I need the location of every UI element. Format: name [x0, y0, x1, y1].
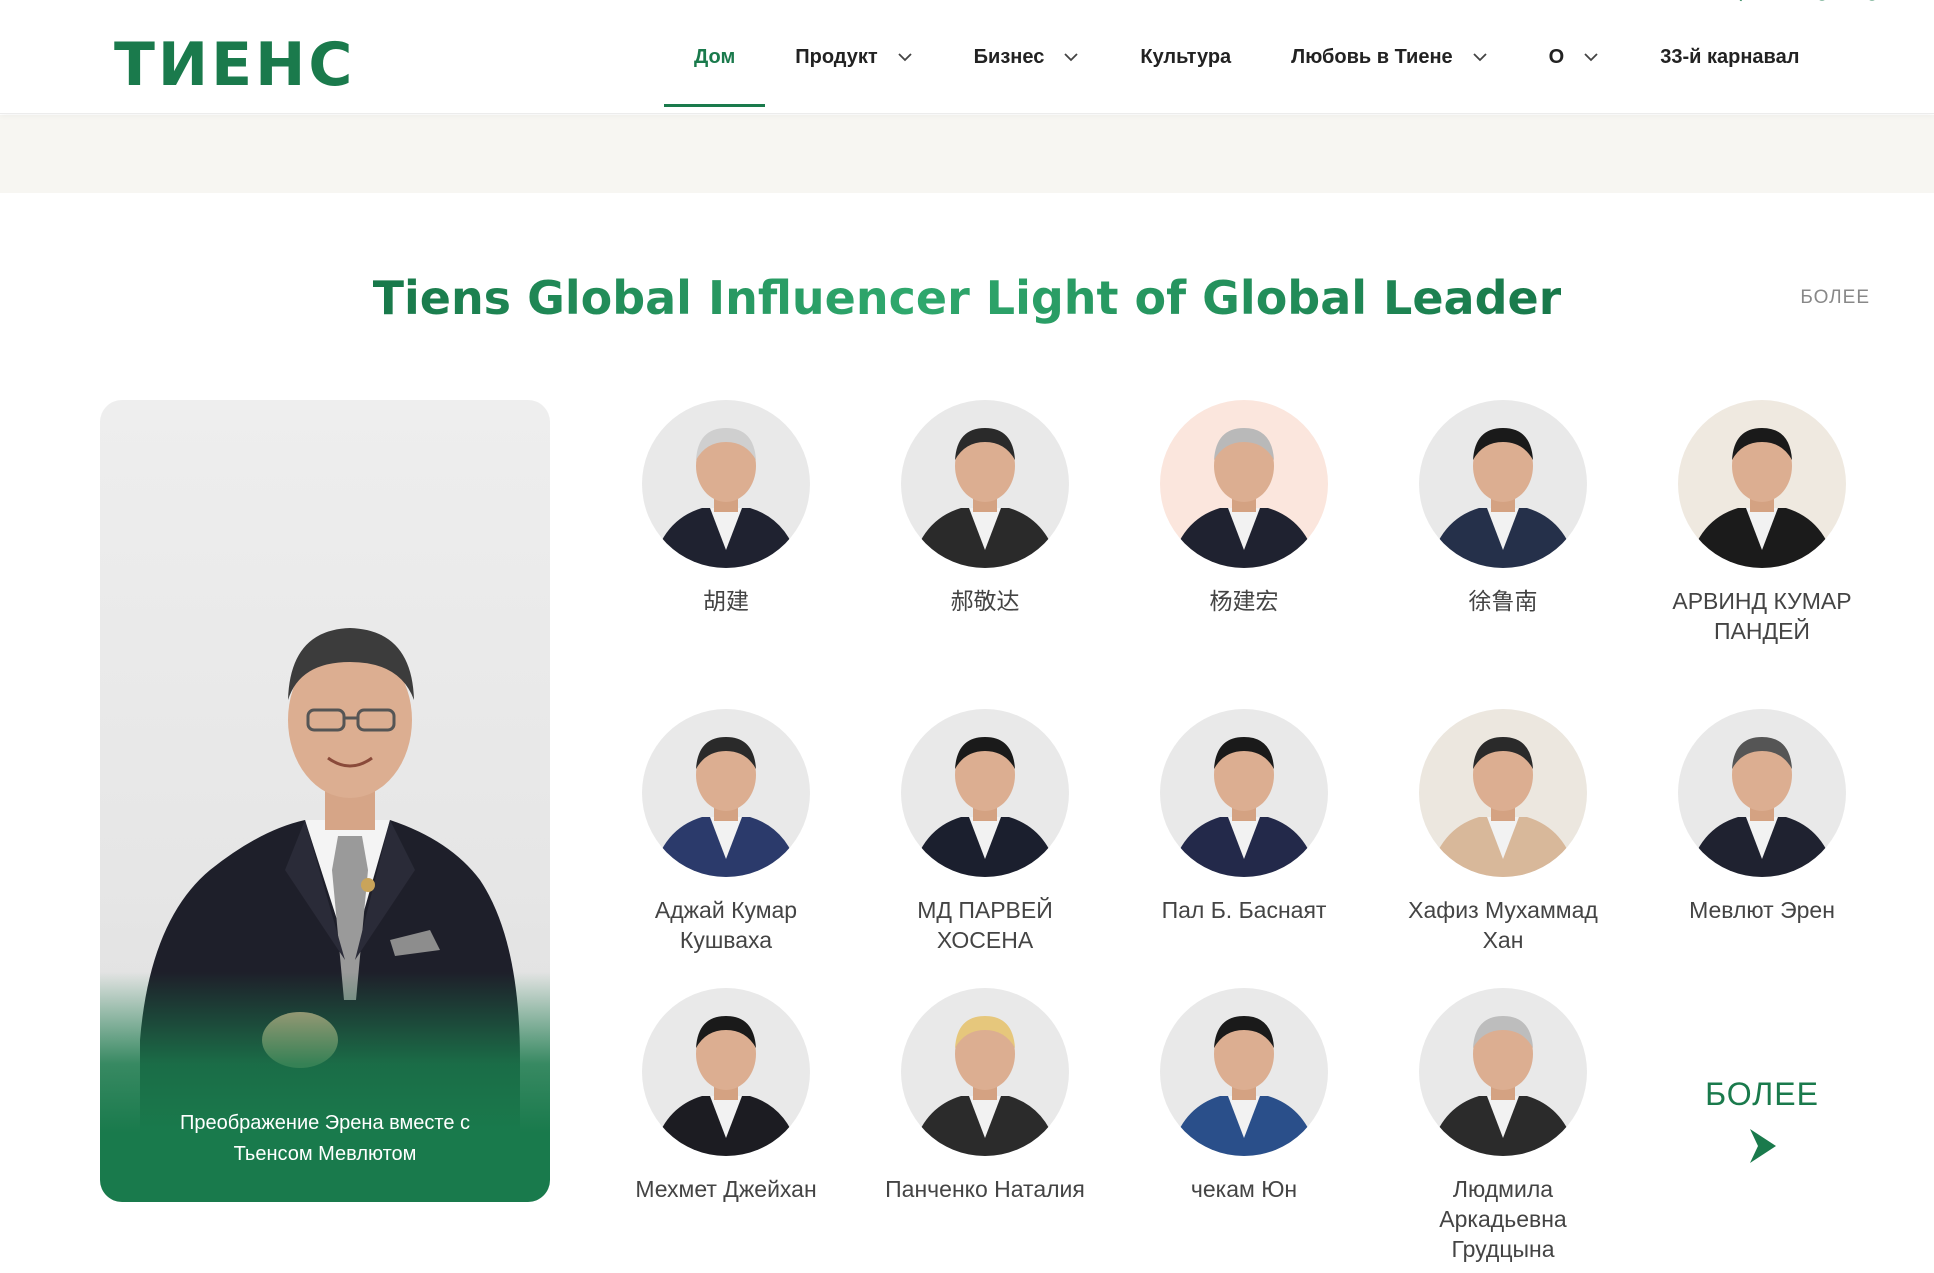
nav-item-label: Продукт — [795, 45, 878, 68]
nav-item-love-in-tiens[interactable]: Любовь в Тиене — [1261, 0, 1519, 114]
nav-item-label: Дом — [694, 45, 736, 68]
leader-avatar — [901, 400, 1069, 568]
leader-name: чекам Юн — [1190, 1176, 1298, 1202]
nav-item-about[interactable]: О — [1519, 0, 1631, 114]
nav-item-label: Культура — [1140, 45, 1232, 68]
leader-name: 胡建 — [703, 588, 749, 614]
nav-item-home[interactable]: Дом — [664, 0, 766, 114]
leader-card[interactable]: 胡建 — [616, 400, 836, 616]
main-nav: Дом Продукт Бизнес Культура Любовь в Тие… — [664, 0, 1829, 114]
leader-avatar — [642, 709, 810, 877]
nav-item-carnival[interactable]: 33-й карнавал — [1630, 0, 1829, 114]
leader-card[interactable]: чекам Юн — [1134, 988, 1354, 1204]
leader-avatar — [1160, 400, 1328, 568]
leader-avatar — [1160, 709, 1328, 877]
leader-card[interactable]: Мевлют Эрен — [1652, 709, 1872, 925]
leader-name: 杨建宏 — [1209, 588, 1279, 614]
leader-card[interactable]: 徐鲁南 — [1393, 400, 1613, 616]
nav-item-business[interactable]: Бизнес — [944, 0, 1111, 114]
leader-avatar — [1160, 988, 1328, 1156]
leader-name: 徐鲁南 — [1468, 588, 1538, 614]
chevron-down-icon — [1471, 48, 1489, 66]
leader-name: Аджай Кумар Кушваха — [654, 897, 798, 953]
section-title: Tiens Global Influencer Light of Global … — [372, 271, 1562, 325]
hero-band — [0, 115, 1934, 193]
leader-name: Мехмет Джейхан — [635, 1176, 817, 1202]
leader-card[interactable]: Аджай Кумар Кушваха — [616, 709, 836, 955]
more-link[interactable]: БОЛЕЕ — [1800, 287, 1870, 309]
leader-avatar — [1678, 709, 1846, 877]
nav-item-label: Любовь в Тиене — [1291, 45, 1453, 68]
leader-card[interactable]: Панченко Наталия — [875, 988, 1095, 1204]
leader-avatar — [1678, 400, 1846, 568]
leader-card[interactable]: Мехмет Джейхан — [616, 988, 836, 1204]
leader-name: 郝敬达 — [950, 588, 1020, 614]
chevron-right-icon — [1750, 1129, 1776, 1163]
leader-card[interactable]: Людмила Аркадьевна Грудцына — [1393, 988, 1613, 1264]
leader-card[interactable]: МД ПАРВЕЙ ХОСЕНА — [875, 709, 1095, 955]
featured-caption: Преображение Эрена вместе с Тьенсом Мевл… — [179, 1112, 471, 1165]
featured-leader-card[interactable]: Преображение Эрена вместе с Тьенсом Мевл… — [100, 400, 550, 1202]
leader-card[interactable]: 杨建宏 — [1134, 400, 1354, 616]
leader-name: АРВИНД КУМАР ПАНДЕЙ — [1672, 588, 1852, 644]
leader-avatar — [1419, 709, 1587, 877]
site-logo[interactable]: ТИЕНС — [114, 30, 355, 100]
nav-item-product[interactable]: Продукт — [765, 0, 943, 114]
nav-item-label: 33-й карнавал — [1660, 45, 1800, 68]
leader-card[interactable]: 郝敬达 — [875, 400, 1095, 616]
chevron-down-icon — [1582, 48, 1600, 66]
leader-card[interactable]: Пал Б. Баснаят — [1134, 709, 1354, 925]
nav-item-label: О — [1548, 45, 1565, 68]
more-leaders-label: БОЛЕЕ — [1705, 1076, 1819, 1112]
site-header: ТИЕНС Дом Продукт Бизнес Культура Любовь… — [0, 0, 1934, 114]
nav-item-culture[interactable]: Культура — [1110, 0, 1261, 114]
chevron-down-icon — [1062, 48, 1080, 66]
leader-name: Пал Б. Баснаят — [1161, 897, 1327, 923]
leader-avatar — [901, 709, 1069, 877]
leader-avatar — [642, 988, 810, 1156]
nav-item-label: Бизнес — [973, 45, 1045, 68]
leader-card[interactable]: АРВИНД КУМАР ПАНДЕЙ — [1652, 400, 1872, 646]
leader-avatar — [1419, 988, 1587, 1156]
leader-name: МД ПАРВЕЙ ХОСЕНА — [917, 897, 1053, 953]
leader-card[interactable]: Хафиз Мухаммад Хан — [1393, 709, 1613, 955]
leader-name: Людмила Аркадьевна Грудцына — [1439, 1176, 1567, 1262]
leader-name: Панченко Наталия — [885, 1176, 1085, 1202]
leader-avatar — [1419, 400, 1587, 568]
leader-name: Хафиз Мухаммад Хан — [1408, 897, 1598, 953]
leader-avatar — [901, 988, 1069, 1156]
leader-name: Мевлют Эрен — [1689, 897, 1835, 923]
more-leaders-button[interactable]: БОЛЕЕ — [1652, 1076, 1872, 1168]
chevron-down-icon — [896, 48, 914, 66]
leader-avatar — [642, 400, 810, 568]
